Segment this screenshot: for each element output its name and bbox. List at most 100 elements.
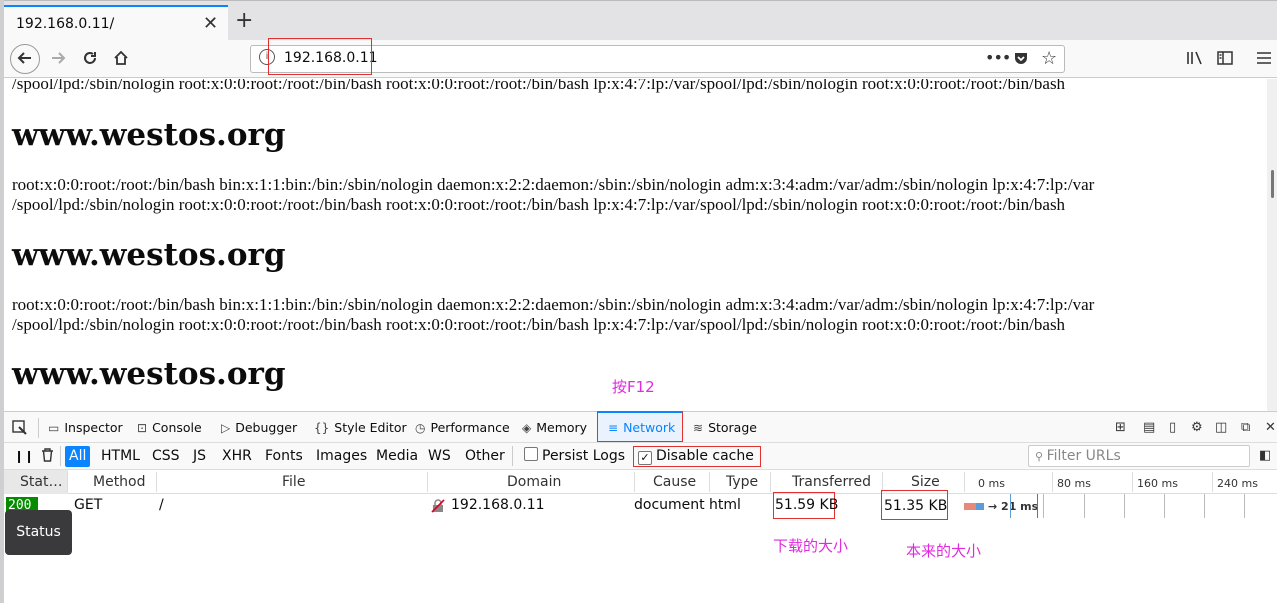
column-method[interactable]: Method [93,474,146,490]
arrow-left-icon [17,52,31,64]
filter-all[interactable]: All [65,446,91,467]
tab-debugger[interactable]: ▷ Debugger [221,420,297,435]
column-cause[interactable]: Cause [653,474,696,490]
tab-label: Console [152,420,202,435]
picker-shape [12,420,27,435]
more-actions-icon[interactable]: ••• [985,48,1011,67]
tab-label: Inspector [64,420,123,435]
filter-ws[interactable]: WS [424,446,455,467]
filter-placeholder: Filter URLs [1046,448,1121,464]
scrollbar-thumb[interactable] [1271,170,1274,198]
page-heading: www.westos.org [12,356,286,392]
filter-fonts[interactable]: Fonts [261,446,307,467]
filter-css[interactable]: CSS [148,446,184,467]
close-icon[interactable]: ✕ [203,13,218,34]
home-icon [114,50,128,65]
tab-inspector[interactable]: ▭ Inspector [48,420,123,435]
separate-window-icon[interactable]: ⧉ [1241,420,1250,435]
browser-tab[interactable]: 192.168.0.11/ ✕ [4,5,228,40]
timeline-divider [1052,472,1053,492]
tab-network[interactable]: ≡ Network [608,420,675,435]
filter-urls-input[interactable]: ⚲ Filter URLs [1028,445,1250,467]
timeline-divider [1132,472,1133,492]
column-file[interactable]: File [282,474,305,490]
screenshot-icon[interactable]: ▯ [1169,420,1176,435]
filter-images[interactable]: Images [312,446,371,467]
page-text: /spool/lpd:/sbin/nologin root:x:0:0:root… [12,79,1066,93]
column-type[interactable]: Type [726,474,758,490]
load-marker [1037,494,1038,518]
filter-media[interactable]: Media [372,446,422,467]
menu-icon[interactable] [1256,50,1272,69]
tab-storage[interactable]: ≋ Storage [693,420,757,435]
column-domain[interactable]: Domain [507,474,561,490]
timeline-gridline [1084,494,1085,518]
timeline-tick: 80 ms [1057,477,1091,490]
bookmark-star-icon[interactable]: ☆ [1041,48,1057,69]
url-highlight-box [268,38,372,75]
request-domain: 192.168.0.11 [451,497,545,513]
back-button[interactable] [10,44,40,74]
tab-title: 192.168.0.11/ [16,16,115,32]
arrow-right-icon [52,52,66,64]
gear-icon[interactable]: ⚙ [1191,420,1203,435]
page-text: root:x:0:0:root:/root:/bin/bash bin:x:1:… [12,175,1095,194]
tab-console[interactable]: ⊡ Console [137,420,202,435]
column-status[interactable]: Stat… [20,474,62,490]
tab-memory[interactable]: ◈ Memory [522,420,587,435]
dock-side-icon[interactable]: ◫ [1215,420,1227,435]
new-tab-button[interactable]: + [235,8,253,33]
timeline-gridline [1124,494,1125,518]
timeline-gridline [1244,494,1245,518]
waterfall-timing: → 21 ms [988,500,1039,513]
pocket-icon[interactable] [1013,50,1029,70]
scratchpad-icon[interactable]: ▤ [1143,420,1155,435]
pocket-shape [1015,53,1027,64]
annotation-download-size: 下载的大小 [773,537,849,555]
debugger-icon: ▷ [221,421,231,435]
persist-logs-checkbox[interactable]: Persist Logs [520,446,629,467]
filter-js[interactable]: JS [189,446,210,467]
request-size: 51.35 KB [881,490,948,520]
sidebar-icon[interactable] [1217,50,1233,69]
window-edge [0,0,4,603]
timeline-gridline [1204,494,1205,518]
reload-button[interactable] [76,46,104,72]
forward-button[interactable] [44,46,72,72]
timeline-tick: 240 ms [1217,477,1258,490]
persist-logs-label: Persist Logs [542,448,626,464]
page-scrollbar[interactable] [1267,79,1277,411]
memory-icon: ◈ [522,421,532,435]
tab-performance[interactable]: ◷ Performance [415,420,510,435]
tab-label: Network [623,420,676,435]
page-heading: www.westos.org [12,117,286,153]
annotation-original-size: 本来的大小 [906,542,982,560]
close-icon[interactable]: ✕ [1265,420,1276,435]
column-transferred[interactable]: Transferred [792,474,871,490]
library-icon[interactable] [1186,50,1204,70]
inspector-icon: ▭ [48,421,60,435]
timeline-tick: 0 ms [978,477,1005,490]
disable-cache-highlight [633,446,761,467]
annotation-press-f12: 按F12 [612,378,655,396]
pause-icon[interactable]: ❙❙ [10,446,38,467]
responsive-mode-icon[interactable]: ⊞ [1115,420,1126,435]
toolbar-separator [38,418,39,438]
hamburger-shape [1257,52,1271,64]
clear-button[interactable] [37,446,58,467]
storage-icon: ≋ [693,421,704,435]
tab-label: Style Editor [334,420,407,435]
toggle-sidebar-icon[interactable]: ◧ [1259,448,1271,463]
column-separator [634,472,635,492]
element-picker-icon[interactable] [12,420,27,439]
filter-other[interactable]: Other [461,446,509,467]
page-content: /spool/lpd:/sbin/nologin root:x:0:0:root… [4,79,1267,411]
filter-xhr[interactable]: XHR [218,446,256,467]
column-size[interactable]: Size [911,474,940,490]
page-text: /spool/lpd:/sbin/nologin root:x:0:0:root… [12,195,1066,214]
tab-style-editor[interactable]: {} Style Editor [314,420,407,435]
home-button[interactable] [107,46,135,72]
filter-html[interactable]: HTML [97,446,144,467]
tab-label: Debugger [235,420,298,435]
lock-shape [431,499,445,513]
